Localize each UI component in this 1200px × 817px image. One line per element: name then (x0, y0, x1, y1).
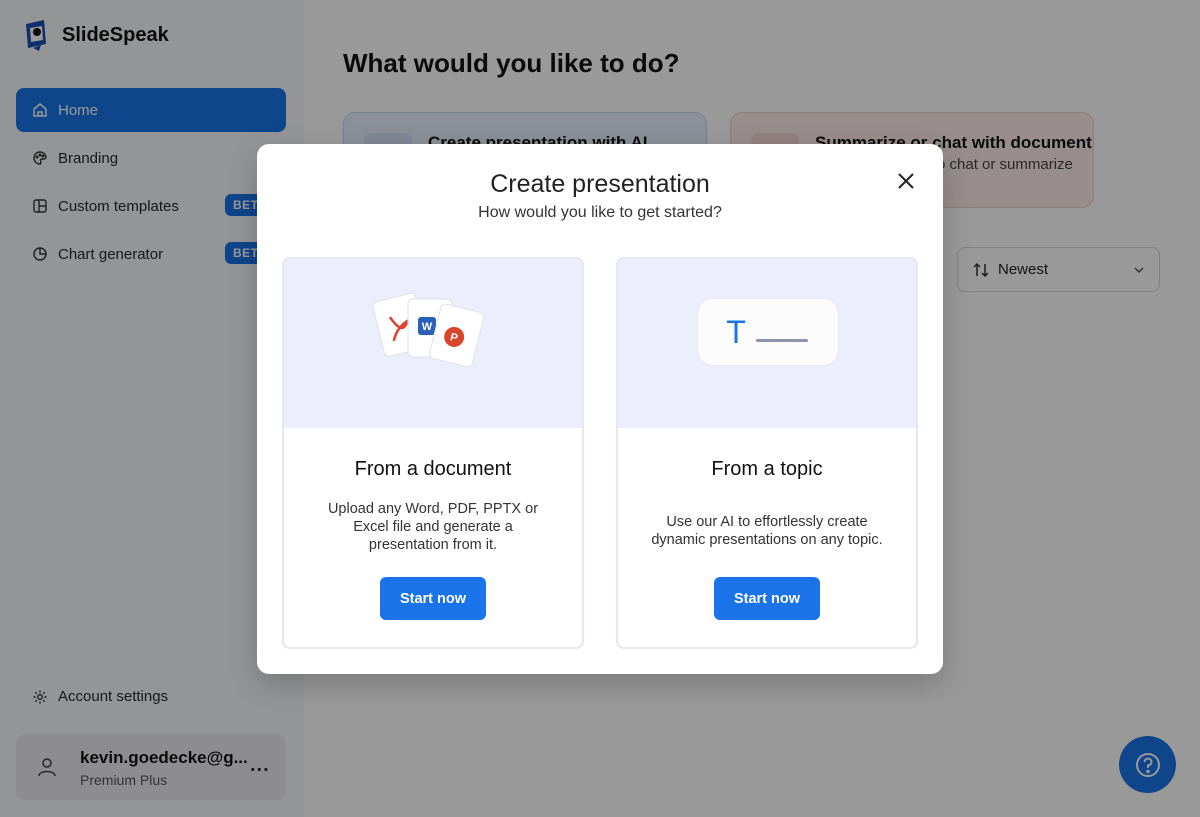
from-document-option[interactable]: W P From a document Upload any Word, PDF… (282, 257, 584, 649)
topic-illustration: T (618, 259, 916, 428)
document-illustration: W P (284, 259, 582, 428)
create-presentation-modal: Create presentation How would you like t… (257, 144, 943, 674)
topic-letter: T (726, 314, 746, 350)
modal-title: Create presentation (490, 170, 710, 198)
start-now-button[interactable]: Start now (714, 577, 820, 620)
modal-subtitle: How would you like to get started? (478, 204, 722, 221)
from-topic-option[interactable]: T From a topic Use our AI to effortlessl… (616, 257, 918, 649)
svg-text:W: W (422, 321, 433, 333)
close-button[interactable] (893, 168, 919, 194)
text-input-illustration: T (697, 298, 839, 366)
option-description: Upload any Word, PDF, PPTX or Excel file… (327, 501, 539, 553)
option-title: From a document (354, 458, 512, 480)
close-icon (898, 173, 914, 189)
document-files-icon: W P (372, 292, 485, 368)
start-now-button[interactable]: Start now (380, 577, 486, 620)
option-description: Use our AI to effortlessly create dynami… (651, 514, 883, 548)
option-title: From a topic (711, 458, 823, 480)
